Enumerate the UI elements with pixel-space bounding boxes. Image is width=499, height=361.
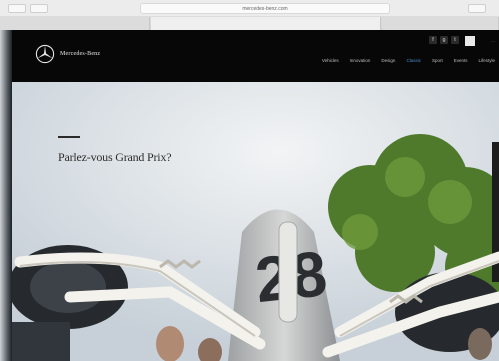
brand-logo[interactable]: Mercedes-Benz: [35, 44, 100, 64]
nav-item-design[interactable]: Design: [381, 58, 395, 63]
twitter-icon[interactable]: t: [451, 36, 459, 44]
hero-title[interactable]: Parlez-vous Grand Prix?: [58, 150, 172, 165]
search-button[interactable]: [465, 36, 475, 46]
hero-banner[interactable]: 28: [10, 82, 499, 361]
tab-strip: [0, 17, 499, 30]
nav-item-events[interactable]: Events: [454, 58, 468, 63]
hero-divider: [58, 136, 80, 138]
google-plus-icon[interactable]: g: [440, 36, 448, 44]
nav-item-sport[interactable]: Sport: [432, 58, 443, 63]
device-edge: [0, 30, 12, 361]
hero-copy: Parlez-vous Grand Prix?: [58, 136, 172, 177]
browser-toolbar: mercedes-benz.com: [0, 0, 499, 16]
hero-image: 28: [10, 82, 499, 361]
browser-tab-active[interactable]: [151, 17, 381, 30]
brand-name: Mercedes-Benz: [60, 51, 101, 57]
nav-item-innovation[interactable]: Innovation: [350, 58, 371, 63]
forward-button[interactable]: [30, 4, 48, 13]
browser-menu-button[interactable]: [468, 4, 486, 13]
browser-chrome: mercedes-benz.com: [0, 0, 499, 30]
nav-item-classic[interactable]: Classic: [406, 58, 421, 63]
nav-item-lifestyle[interactable]: Lifestyle: [478, 58, 495, 63]
social-icons: f g t: [429, 36, 459, 44]
main-nav: Vehicles Innovation Design Classic Sport…: [322, 58, 499, 63]
back-button[interactable]: [8, 4, 26, 13]
facebook-icon[interactable]: f: [429, 36, 437, 44]
region-selector[interactable]: ···: [491, 39, 495, 44]
browser-tab[interactable]: [0, 17, 150, 30]
nav-item-vehicles[interactable]: Vehicles: [322, 58, 339, 63]
site-header: Mercedes-Benz f g t ··· Vehicles Innovat…: [10, 30, 499, 82]
mercedes-star-icon: [35, 44, 55, 64]
address-bar[interactable]: mercedes-benz.com: [140, 3, 390, 14]
hero-subtitle: [58, 173, 171, 177]
screen: mercedes-benz.com Mercedes-Benz f g t ··…: [0, 0, 499, 361]
browser-tab[interactable]: [382, 17, 499, 30]
